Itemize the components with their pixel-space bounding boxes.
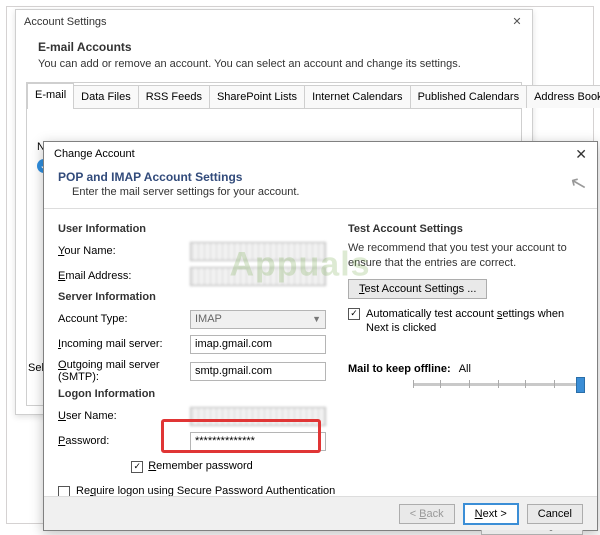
incoming-server-input[interactable] — [190, 335, 326, 354]
account-settings-header: E-mail Accounts You can add or remove an… — [16, 34, 532, 82]
tab-data-files[interactable]: Data Files — [73, 85, 139, 108]
left-column: User Information Your Name: Email Addres… — [58, 219, 326, 481]
outgoing-server-input[interactable] — [190, 362, 326, 381]
outgoing-server-label: Outgoing mail server (SMTP): — [58, 359, 190, 383]
right-column: Test Account Settings We recommend that … — [348, 219, 583, 481]
auto-test-checkbox[interactable] — [348, 308, 360, 320]
tab-internet-calendars[interactable]: Internet Calendars — [304, 85, 411, 108]
account-type-select: IMAP ▼ — [190, 310, 326, 329]
logon-info-heading: Logon Information — [58, 388, 326, 400]
tab-sharepoint-lists[interactable]: SharePoint Lists — [209, 85, 305, 108]
your-name-input[interactable] — [190, 242, 326, 261]
test-settings-heading: Test Account Settings — [348, 223, 583, 235]
account-type-label: Account Type: — [58, 313, 190, 325]
remember-password-label: Remember password — [148, 460, 253, 472]
account-settings-title: Account Settings — [24, 16, 107, 28]
change-account-header: POP and IMAP Account Settings Enter the … — [44, 166, 597, 209]
email-accounts-desc: You can add or remove an account. You ca… — [38, 58, 516, 70]
pop-imap-desc: Enter the mail server settings for your … — [58, 186, 583, 198]
test-account-settings-button[interactable]: Test Account Settings ... — [348, 279, 487, 299]
account-type-value: IMAP — [195, 313, 222, 325]
user-name-label: User Name: — [58, 410, 190, 422]
change-account-titlebar: Change Account ✕ — [44, 142, 597, 166]
incoming-server-label: Incoming mail server: — [58, 338, 190, 350]
wizard-button-bar: < Back Next > Cancel — [44, 496, 597, 530]
tab-rss-feeds[interactable]: RSS Feeds — [138, 85, 210, 108]
next-button[interactable]: Next > — [463, 503, 519, 525]
change-account-dialog: Change Account ✕ POP and IMAP Account Se… — [43, 141, 598, 531]
user-name-input[interactable] — [190, 407, 326, 426]
close-icon[interactable]: ✕ — [575, 146, 587, 163]
tab-strip: E-mail Data Files RSS Feeds SharePoint L… — [27, 83, 521, 109]
mail-offline-slider[interactable] — [413, 375, 583, 393]
email-address-label: Email Address: — [58, 270, 190, 282]
pop-imap-title: POP and IMAP Account Settings — [58, 170, 583, 184]
password-label: Password: — [58, 435, 190, 447]
mail-offline-value: All — [459, 363, 471, 375]
remember-password-checkbox[interactable] — [131, 461, 143, 473]
remember-password-row[interactable]: Remember password — [125, 458, 259, 475]
mail-offline-row: Mail to keep offline: All — [348, 363, 583, 375]
auto-test-label: Automatically test account settings when… — [366, 307, 583, 336]
email-accounts-heading: E-mail Accounts — [38, 40, 516, 54]
close-icon[interactable]: ✕ — [510, 15, 524, 29]
mail-offline-label: Mail to keep offline: — [348, 363, 451, 375]
test-settings-desc: We recommend that you test your account … — [348, 241, 583, 271]
tab-published-calendars[interactable]: Published Calendars — [410, 85, 528, 108]
slider-thumb[interactable] — [576, 377, 585, 393]
back-button: < Back — [399, 504, 455, 524]
your-name-label: Your Name: — [58, 245, 190, 257]
email-address-input[interactable] — [190, 267, 326, 286]
auto-test-row[interactable]: Automatically test account settings when… — [348, 307, 583, 336]
tab-address-books[interactable]: Address Books — [526, 85, 600, 108]
chevron-down-icon: ▼ — [312, 314, 321, 324]
account-settings-titlebar: Account Settings ✕ — [16, 10, 532, 34]
user-info-heading: User Information — [58, 223, 326, 235]
password-input[interactable] — [190, 432, 326, 451]
tab-email[interactable]: E-mail — [27, 83, 74, 108]
change-account-title: Change Account — [54, 148, 135, 160]
page-frame: Account Settings ✕ E-mail Accounts You c… — [6, 6, 594, 524]
server-info-heading: Server Information — [58, 291, 326, 303]
cancel-button[interactable]: Cancel — [527, 504, 583, 524]
change-account-body: User Information Your Name: Email Addres… — [44, 209, 597, 481]
